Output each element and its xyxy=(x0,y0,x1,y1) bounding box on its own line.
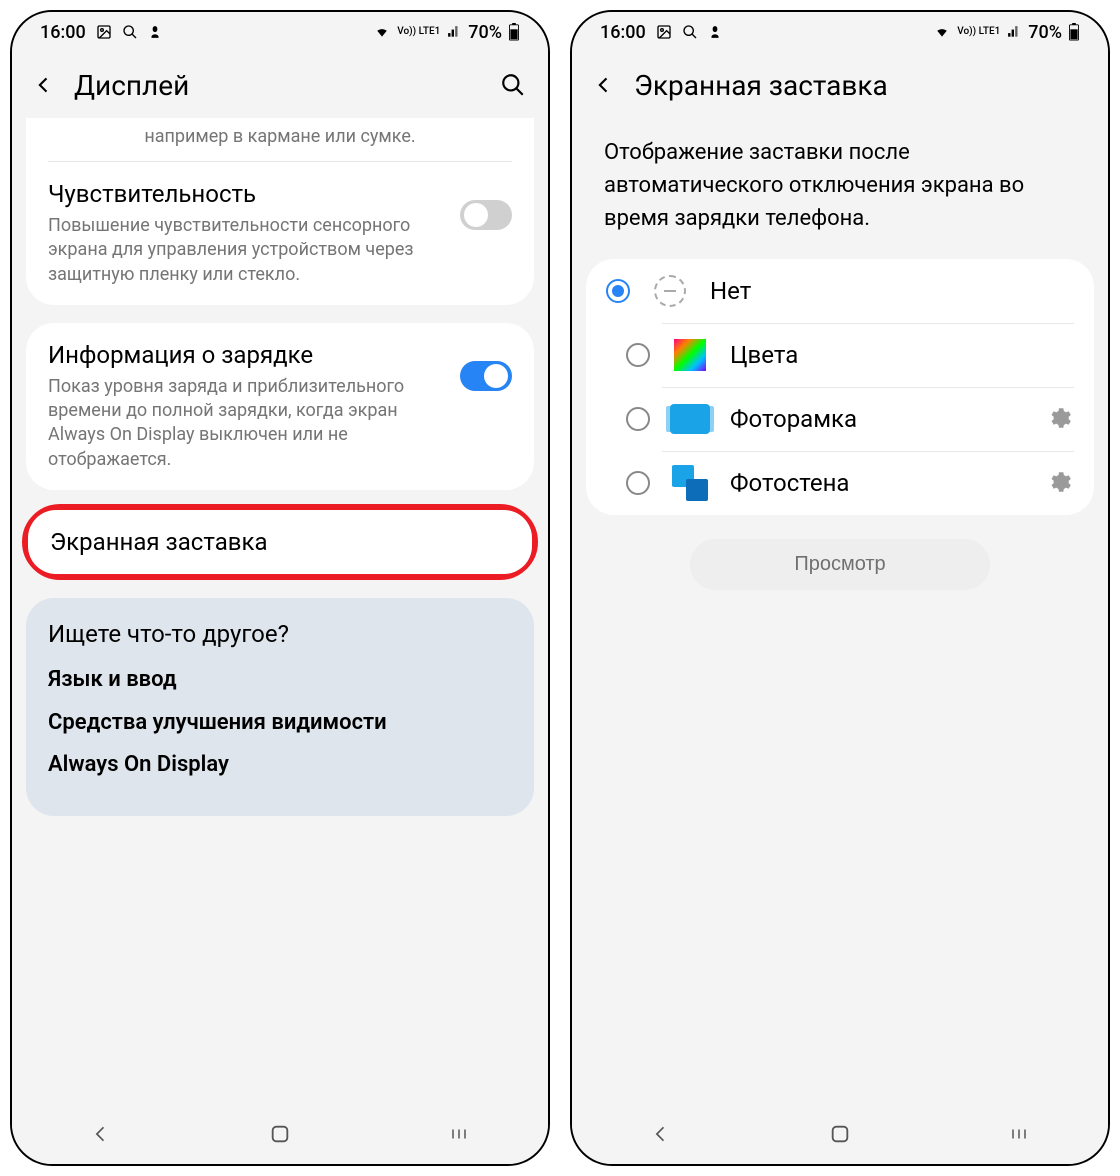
hint-title: Ищете что-то другое? xyxy=(48,620,512,648)
misc-status-icon xyxy=(708,24,722,40)
option-none[interactable]: Нет xyxy=(586,259,1094,323)
hint-card: Ищете что-то другое? Язык и ввод Средств… xyxy=(26,598,534,816)
page-title: Экранная заставка xyxy=(634,69,1088,102)
option-photoframe-label: Фоторамка xyxy=(730,405,1026,433)
radio-none[interactable] xyxy=(606,279,630,303)
nav-back[interactable] xyxy=(631,1119,691,1149)
wifi-icon xyxy=(373,25,391,39)
battery-icon xyxy=(1068,23,1080,41)
settings-card-2: Информация о зарядке Показ уровня заряда… xyxy=(26,323,534,490)
status-bar: 16:00 Vo)) LTE1 70% xyxy=(572,12,1108,52)
network-label: Vo)) LTE1 xyxy=(397,27,440,37)
photoframe-icon xyxy=(670,399,710,439)
option-none-label: Нет xyxy=(710,277,1074,305)
highlight-annotation: Экранная заставка xyxy=(22,504,538,580)
sensitivity-toggle[interactable] xyxy=(460,200,512,230)
misc-status-icon xyxy=(148,24,162,40)
back-button[interactable] xyxy=(592,73,616,97)
screensaver-title: Экранная заставка xyxy=(50,528,510,556)
screensaver-description: Отображение заставки после автоматическо… xyxy=(586,118,1094,259)
option-photowall[interactable]: Фотостена xyxy=(586,451,1094,515)
charging-info-row[interactable]: Информация о зарядке Показ уровня заряда… xyxy=(26,323,534,490)
search-button[interactable] xyxy=(498,70,528,100)
battery-pct: 70% xyxy=(1028,22,1062,43)
hint-aod[interactable]: Always On Display xyxy=(48,751,512,780)
nav-bar xyxy=(12,1104,548,1164)
screensaver-row[interactable]: Экранная заставка xyxy=(28,510,532,574)
content-area: например в кармане или сумке. Чувствител… xyxy=(12,118,548,1104)
status-bar: 16:00 Vo)) LTE1 70% xyxy=(12,12,548,52)
back-button[interactable] xyxy=(32,73,56,97)
radio-colors[interactable] xyxy=(626,343,650,367)
sensitivity-desc: Повышение чувствительности сенсорного эк… xyxy=(48,214,444,287)
none-icon xyxy=(650,271,690,311)
nav-home[interactable] xyxy=(810,1119,870,1149)
nav-recents[interactable] xyxy=(429,1119,489,1149)
status-time: 16:00 xyxy=(600,22,646,43)
nav-bar xyxy=(572,1104,1108,1164)
option-colors[interactable]: Цвета xyxy=(586,323,1094,387)
truncated-prev-desc: например в кармане или сумке. xyxy=(48,118,512,162)
nav-recents[interactable] xyxy=(989,1119,1049,1149)
options-card: Нет Цвета Фоторамка Фотостена xyxy=(586,259,1094,515)
colors-icon xyxy=(670,335,710,375)
preview-button[interactable]: Просмотр xyxy=(690,539,990,590)
option-colors-label: Цвета xyxy=(730,341,1074,369)
image-icon xyxy=(656,24,672,40)
charging-toggle[interactable] xyxy=(460,361,512,391)
phone-left: 16:00 Vo)) LTE1 70% Дисплей например в к… xyxy=(10,10,550,1166)
search-status-icon xyxy=(682,24,698,40)
status-time: 16:00 xyxy=(40,22,86,43)
page-title: Дисплей xyxy=(74,69,480,102)
phone-right: 16:00 Vo)) LTE1 70% Экранная заставка От… xyxy=(570,10,1110,1166)
option-photowall-label: Фотостена xyxy=(730,469,1026,497)
photowall-settings[interactable] xyxy=(1046,469,1074,497)
search-status-icon xyxy=(122,24,138,40)
radio-photowall[interactable] xyxy=(626,471,650,495)
charging-title: Информация о зарядке xyxy=(48,341,444,369)
option-photoframe[interactable]: Фоторамка xyxy=(586,387,1094,451)
nav-back[interactable] xyxy=(71,1119,131,1149)
signal-icon xyxy=(1006,25,1022,39)
screensaver-card: Экранная заставка xyxy=(28,510,532,574)
hint-lang[interactable]: Язык и ввод xyxy=(48,666,512,695)
sensitivity-row[interactable]: Чувствительность Повышение чувствительно… xyxy=(26,162,534,305)
photoframe-settings[interactable] xyxy=(1046,405,1074,433)
nav-home[interactable] xyxy=(250,1119,310,1149)
sensitivity-title: Чувствительность xyxy=(48,180,444,208)
image-icon xyxy=(96,24,112,40)
wifi-icon xyxy=(933,25,951,39)
title-bar: Экранная заставка xyxy=(572,52,1108,118)
battery-pct: 70% xyxy=(468,22,502,43)
charging-desc: Показ уровня заряда и приблизительного в… xyxy=(48,375,444,472)
radio-photoframe[interactable] xyxy=(626,407,650,431)
photowall-icon xyxy=(670,463,710,503)
signal-icon xyxy=(446,25,462,39)
hint-visibility[interactable]: Средства улучшения видимости xyxy=(48,709,512,738)
content-area: Отображение заставки после автоматическо… xyxy=(572,118,1108,1104)
network-label: Vo)) LTE1 xyxy=(957,27,1000,37)
settings-card-1: например в кармане или сумке. Чувствител… xyxy=(26,118,534,305)
title-bar: Дисплей xyxy=(12,52,548,118)
battery-icon xyxy=(508,23,520,41)
